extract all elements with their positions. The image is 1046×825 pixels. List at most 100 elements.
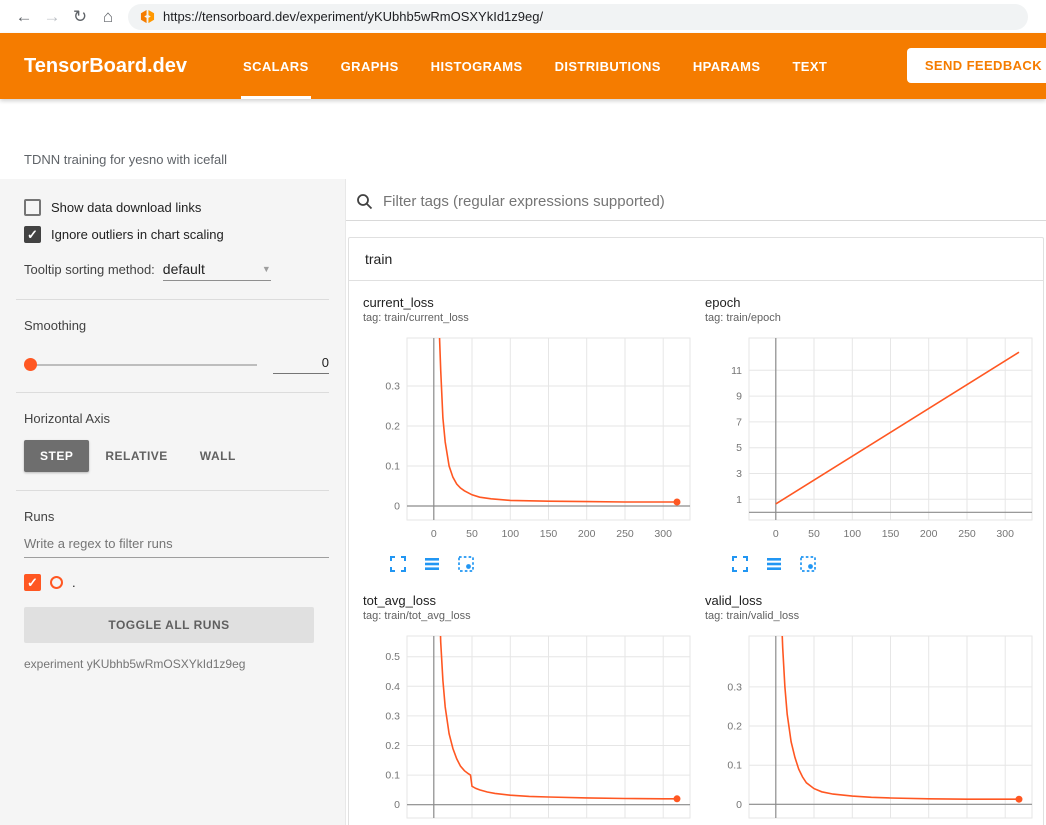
divider bbox=[16, 490, 329, 491]
expand-chart-button[interactable] bbox=[731, 555, 749, 573]
svg-text:5: 5 bbox=[736, 442, 742, 454]
page: ← → ↻ ⌂ https://tensorboard.dev/experime… bbox=[0, 0, 1046, 825]
svg-text:50: 50 bbox=[808, 528, 820, 540]
horizontal-axis-label: Horizontal Axis bbox=[24, 411, 329, 426]
step-button[interactable]: STEP bbox=[24, 440, 89, 472]
svg-text:0.3: 0.3 bbox=[727, 681, 742, 693]
svg-text:1: 1 bbox=[736, 494, 742, 506]
expand-icon bbox=[731, 555, 749, 573]
chart-options-button[interactable] bbox=[765, 555, 783, 573]
smoothing-label: Smoothing bbox=[24, 318, 329, 333]
show-download-links-checkbox[interactable] bbox=[24, 199, 41, 216]
svg-text:100: 100 bbox=[844, 528, 862, 540]
svg-text:200: 200 bbox=[578, 528, 596, 540]
chart-toolbar bbox=[731, 555, 1039, 573]
show-download-links-row[interactable]: Show data download links bbox=[24, 199, 329, 216]
ignore-outliers-checkbox[interactable] bbox=[24, 226, 41, 243]
fit-domain-icon bbox=[799, 555, 817, 573]
tooltip-sorting-row: Tooltip sorting method: default ▼ bbox=[24, 261, 329, 281]
chart-options-button[interactable] bbox=[423, 555, 441, 573]
svg-text:150: 150 bbox=[882, 528, 900, 540]
svg-text:0.1: 0.1 bbox=[727, 760, 742, 772]
tab-scalars[interactable]: SCALARS bbox=[227, 33, 325, 99]
run-row[interactable]: . bbox=[24, 574, 329, 591]
forward-icon[interactable]: → bbox=[38, 4, 66, 30]
runs-filter-input[interactable] bbox=[24, 528, 329, 558]
experiment-description: TDNN training for yesno with icefall bbox=[24, 152, 227, 167]
fit-domain-button[interactable] bbox=[799, 555, 817, 573]
tab-text[interactable]: TEXT bbox=[776, 33, 843, 99]
svg-text:250: 250 bbox=[616, 528, 634, 540]
show-download-links-label: Show data download links bbox=[51, 200, 201, 215]
chart-canvas[interactable]: 5010015020025030000.10.20.3 bbox=[705, 630, 1039, 825]
svg-text:0.4: 0.4 bbox=[385, 681, 400, 693]
run-color-circle bbox=[50, 576, 63, 589]
smoothing-row: 0 bbox=[24, 355, 329, 374]
train-section-card: train current_loss tag: train/current_lo… bbox=[348, 237, 1044, 825]
tab-distributions[interactable]: DISTRIBUTIONS bbox=[539, 33, 677, 99]
tooltip-sorting-label: Tooltip sorting method: bbox=[24, 262, 155, 277]
chart-title: epoch bbox=[705, 295, 1039, 310]
tooltip-sorting-select[interactable]: default ▼ bbox=[163, 261, 271, 281]
reload-icon[interactable]: ↻ bbox=[66, 4, 94, 30]
experiment-name: experiment yKUbhb5wRmOSXYkId1z9eg bbox=[24, 657, 329, 671]
fit-domain-button[interactable] bbox=[457, 555, 475, 573]
chart-canvas[interactable]: 0501001502002503001357911 bbox=[705, 332, 1039, 549]
app-header: TensorBoard.dev SCALARS GRAPHS HISTOGRAM… bbox=[0, 33, 1046, 99]
main-panel: train current_loss tag: train/current_lo… bbox=[346, 179, 1046, 825]
smoothing-value[interactable]: 0 bbox=[273, 355, 329, 374]
svg-text:0.1: 0.1 bbox=[385, 461, 400, 473]
chart-card-tot-avg-loss: tot_avg_loss tag: train/tot_avg_loss 050… bbox=[363, 593, 697, 825]
divider bbox=[16, 392, 329, 393]
svg-text:0: 0 bbox=[431, 528, 437, 540]
chart-title: tot_avg_loss bbox=[363, 593, 697, 608]
address-bar[interactable]: https://tensorboard.dev/experiment/yKUbh… bbox=[128, 4, 1028, 30]
chevron-down-icon: ▼ bbox=[262, 264, 271, 274]
svg-text:7: 7 bbox=[736, 416, 742, 428]
chart-canvas[interactable]: 05010015020025030000.10.20.30.40.5 bbox=[363, 630, 697, 825]
chart-card-valid-loss: valid_loss tag: train/valid_loss 5010015… bbox=[705, 593, 1039, 825]
home-icon[interactable]: ⌂ bbox=[94, 4, 122, 30]
wall-button[interactable]: WALL bbox=[184, 440, 252, 472]
run-checkbox[interactable] bbox=[24, 574, 41, 591]
svg-text:0.2: 0.2 bbox=[385, 740, 400, 752]
fit-domain-icon bbox=[457, 555, 475, 573]
horizontal-axis-buttons: STEP RELATIVE WALL bbox=[24, 440, 329, 472]
svg-text:0.2: 0.2 bbox=[385, 421, 400, 433]
svg-text:3: 3 bbox=[736, 468, 742, 480]
app-title[interactable]: TensorBoard.dev bbox=[0, 55, 227, 78]
tag-filter-input[interactable] bbox=[383, 193, 1038, 210]
svg-text:9: 9 bbox=[736, 391, 742, 403]
relative-button[interactable]: RELATIVE bbox=[89, 440, 183, 472]
svg-text:0.2: 0.2 bbox=[727, 721, 742, 733]
chart-toolbar bbox=[389, 555, 697, 573]
svg-text:50: 50 bbox=[466, 528, 478, 540]
svg-text:200: 200 bbox=[920, 528, 938, 540]
toggle-all-runs-button[interactable]: TOGGLE ALL RUNS bbox=[24, 607, 314, 643]
run-name: . bbox=[72, 575, 76, 590]
expand-icon bbox=[389, 555, 407, 573]
browser-toolbar: ← → ↻ ⌂ https://tensorboard.dev/experime… bbox=[0, 0, 1046, 33]
content: Show data download links Ignore outliers… bbox=[0, 179, 1046, 825]
ignore-outliers-row[interactable]: Ignore outliers in chart scaling bbox=[24, 226, 329, 243]
svg-text:0.5: 0.5 bbox=[385, 651, 400, 663]
smoothing-slider[interactable] bbox=[24, 358, 257, 372]
section-header-train[interactable]: train bbox=[349, 238, 1043, 281]
svg-text:11: 11 bbox=[731, 365, 742, 377]
slider-thumb[interactable] bbox=[24, 358, 37, 371]
svg-text:300: 300 bbox=[654, 528, 672, 540]
slider-track bbox=[24, 364, 257, 366]
nav-tabs: SCALARS GRAPHS HISTOGRAMS DISTRIBUTIONS … bbox=[227, 33, 843, 99]
svg-text:0: 0 bbox=[736, 799, 742, 811]
expand-chart-button[interactable] bbox=[389, 555, 407, 573]
tab-hparams[interactable]: HPARAMS bbox=[677, 33, 777, 99]
svg-text:0.3: 0.3 bbox=[385, 710, 400, 722]
back-icon[interactable]: ← bbox=[10, 4, 38, 30]
send-feedback-button[interactable]: SEND FEEDBACK bbox=[907, 48, 1046, 83]
chart-title: valid_loss bbox=[705, 593, 1039, 608]
chart-canvas[interactable]: 05010015020025030000.10.20.3 bbox=[363, 332, 697, 549]
svg-text:0.3: 0.3 bbox=[385, 381, 400, 393]
svg-text:0.1: 0.1 bbox=[385, 770, 400, 782]
tab-graphs[interactable]: GRAPHS bbox=[325, 33, 415, 99]
tab-histograms[interactable]: HISTOGRAMS bbox=[415, 33, 539, 99]
